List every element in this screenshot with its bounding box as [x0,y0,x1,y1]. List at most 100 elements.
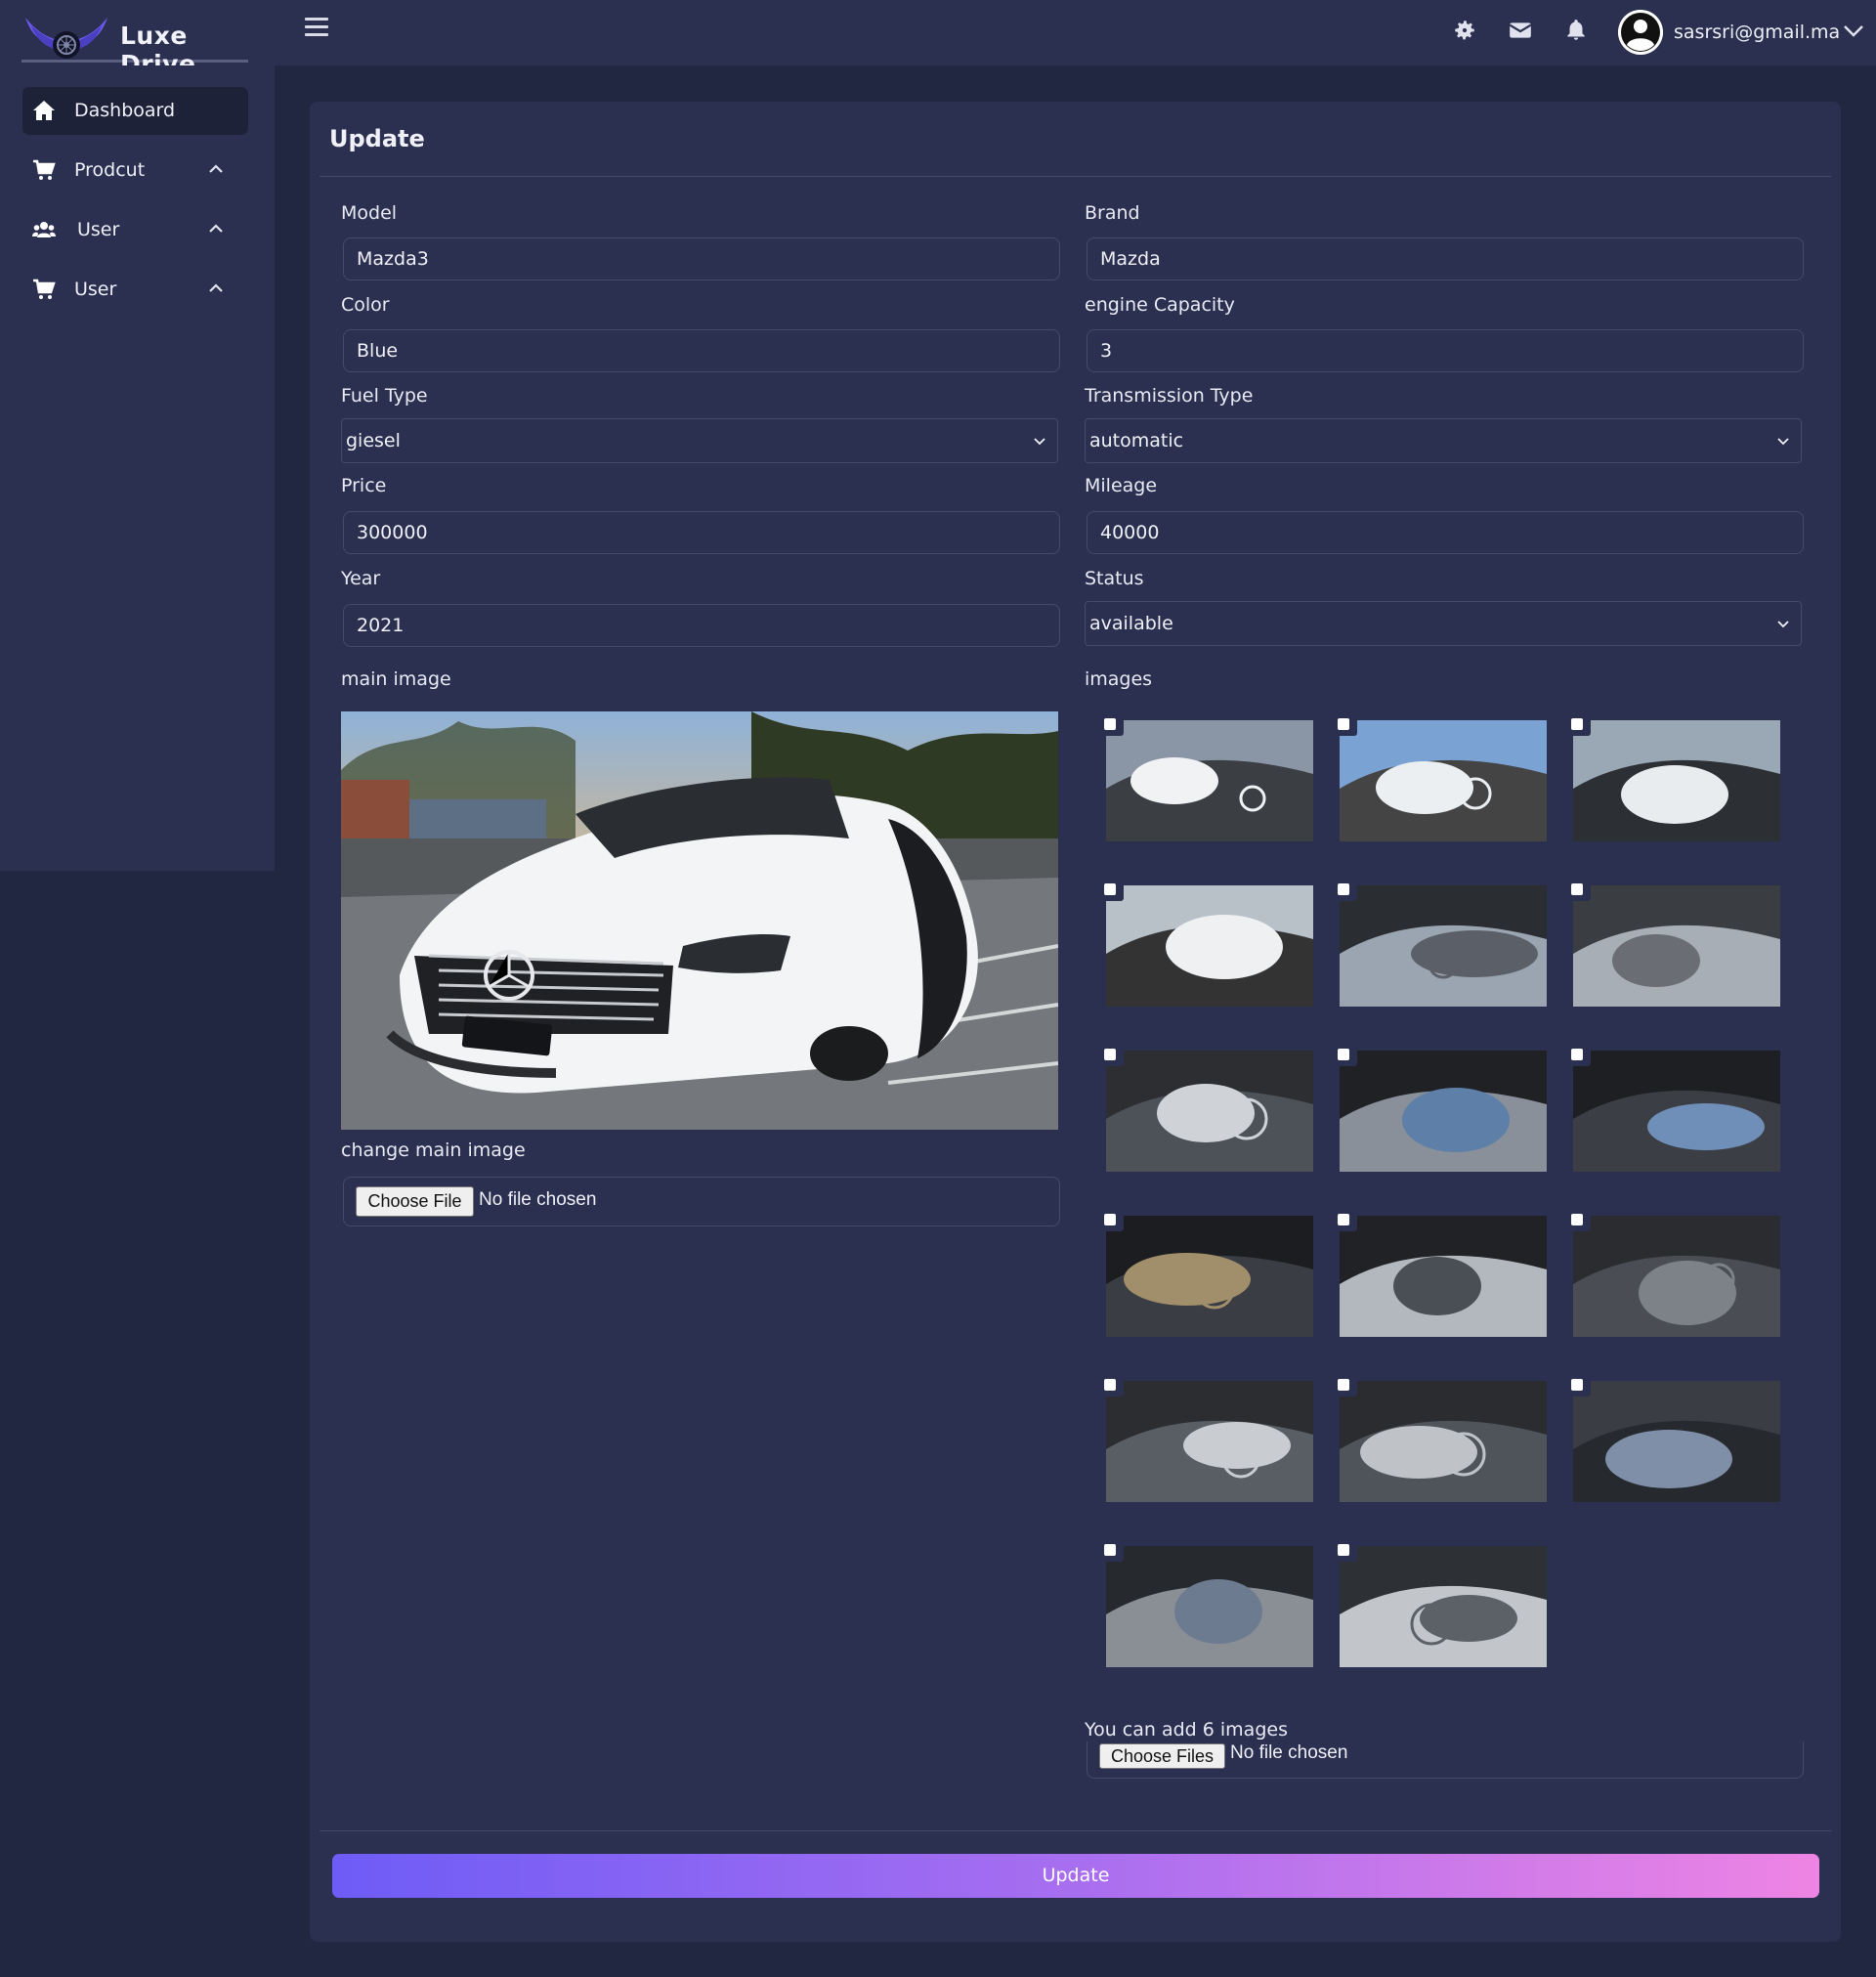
cart-icon [33,279,56,299]
image-thumbnail [1106,1216,1313,1337]
image-thumbnail [1573,885,1780,1007]
choose-file-button[interactable]: Choose File [356,1186,474,1217]
chevron-up-icon[interactable] [208,223,224,235]
main-image-file-input[interactable]: Choose File No file chosen [343,1177,1060,1226]
engine-capacity-label: engine Capacity [1085,294,1235,316]
transmission-type-select[interactable]: automatic [1085,418,1802,463]
sidebar-item-label: User [74,279,117,300]
image-select-checkbox[interactable] [1096,1208,1124,1231]
chevron-down-icon [1034,438,1045,446]
image-thumbnail [1573,1051,1780,1172]
user-avatar[interactable] [1618,10,1663,55]
transmission-type-label: Transmission Type [1085,385,1254,407]
image-thumbnail [1573,720,1780,841]
image-thumbnail [1340,1216,1547,1337]
mail-icon[interactable] [1508,18,1533,43]
main-car-image [341,711,1058,1130]
mileage-input[interactable]: 40000 [1087,511,1804,554]
update-button[interactable]: Update [332,1854,1819,1898]
update-form-card: Update Model Mazda3 Brand Mazda Color Bl… [310,102,1841,1942]
brand-logo-icon [25,18,107,59]
image-thumbnail [1340,1051,1547,1172]
image-select-checkbox[interactable] [1563,1043,1591,1066]
image-select-checkbox[interactable] [1330,712,1357,736]
image-select-checkbox[interactable] [1096,712,1124,736]
image-select-checkbox[interactable] [1330,1373,1357,1397]
files-status: No file chosen [1230,1742,1348,1763]
brand[interactable]: Luxe Drive [21,12,248,78]
year-input[interactable]: 2021 [343,604,1060,647]
images-hint: You can add 6 images [1085,1719,1288,1741]
images-file-input[interactable]: Choose Files No file chosen [1087,1741,1804,1779]
divider [320,176,1831,177]
price-input[interactable]: 300000 [343,511,1060,554]
status-select[interactable]: available [1085,601,1802,646]
chevron-down-icon [1777,438,1789,446]
sidebar-item-label: Dashboard [74,100,176,121]
image-select-checkbox[interactable] [1563,878,1591,901]
chevron-up-icon[interactable] [208,163,224,175]
image-select-checkbox[interactable] [1330,878,1357,901]
change-main-image-label: change main image [341,1139,526,1161]
sidebar-item-dashboard[interactable]: Dashboard [22,87,248,135]
chevron-up-icon[interactable] [208,282,224,294]
brand-label: Brand [1085,202,1140,224]
image-thumbnail [1573,1216,1780,1337]
sidebar-item-product[interactable]: Prodcut [22,147,248,194]
sidebar-item-label: User [77,219,120,240]
image-thumbnail [1340,885,1547,1007]
image-select-checkbox[interactable] [1096,1373,1124,1397]
image-select-checkbox[interactable] [1096,1538,1124,1562]
fuel-type-value: giesel [346,430,401,451]
sidebar-item-label: Prodcut [74,159,146,181]
fuel-type-select[interactable]: giesel [341,418,1058,463]
image-select-checkbox[interactable] [1563,1373,1591,1397]
sidebar-item-user-2[interactable]: User [22,266,248,314]
transmission-type-value: automatic [1089,430,1184,451]
image-select-checkbox[interactable] [1330,1538,1357,1562]
home-icon [33,101,55,120]
brand-input[interactable]: Mazda [1087,237,1804,280]
image-thumbnail [1106,1546,1313,1667]
color-label: Color [341,294,390,316]
image-select-checkbox[interactable] [1096,878,1124,901]
image-thumbnail [1106,1381,1313,1502]
image-select-checkbox[interactable] [1096,1043,1124,1066]
image-thumbnail [1340,720,1547,841]
chevron-down-icon[interactable] [1843,23,1864,39]
users-icon [32,222,56,237]
divider [320,1830,1831,1831]
image-select-checkbox[interactable] [1563,1208,1591,1231]
sidebar: Dashboard Prodcut User User [0,65,275,871]
engine-capacity-input[interactable]: 3 [1087,329,1804,372]
images-label: images [1085,668,1153,690]
fuel-type-label: Fuel Type [341,385,428,407]
cart-icon [33,159,56,180]
notification-bell-icon[interactable] [1563,18,1589,43]
image-select-checkbox[interactable] [1330,1208,1357,1231]
user-avatar-icon [1618,10,1663,55]
year-label: Year [341,568,381,589]
model-label: Model [341,202,398,224]
image-select-checkbox[interactable] [1563,712,1591,736]
hamburger-menu-icon[interactable] [305,18,328,39]
color-input[interactable]: Blue [343,329,1060,372]
image-thumbnail [1340,1381,1547,1502]
image-thumbnail [1106,1051,1313,1172]
price-label: Price [341,475,387,496]
image-select-checkbox[interactable] [1330,1043,1357,1066]
status-value: available [1089,613,1173,634]
choose-files-button[interactable]: Choose Files [1099,1743,1225,1769]
status-label: Status [1085,568,1144,589]
user-email[interactable]: sasrsri@gmail.ma [1674,21,1840,43]
page-title: Update [329,125,425,152]
mileage-label: Mileage [1085,475,1158,496]
image-thumbnail [1340,1546,1547,1667]
model-input[interactable]: Mazda3 [343,237,1060,280]
top-bar: Luxe Drive sasrsri@gmail.ma [0,0,1876,78]
image-thumbnail [1106,720,1313,841]
sidebar-item-user[interactable]: User [22,206,248,254]
main-image-label: main image [341,668,451,690]
settings-gear-icon[interactable] [1452,18,1477,43]
image-thumbnail [1106,885,1313,1007]
